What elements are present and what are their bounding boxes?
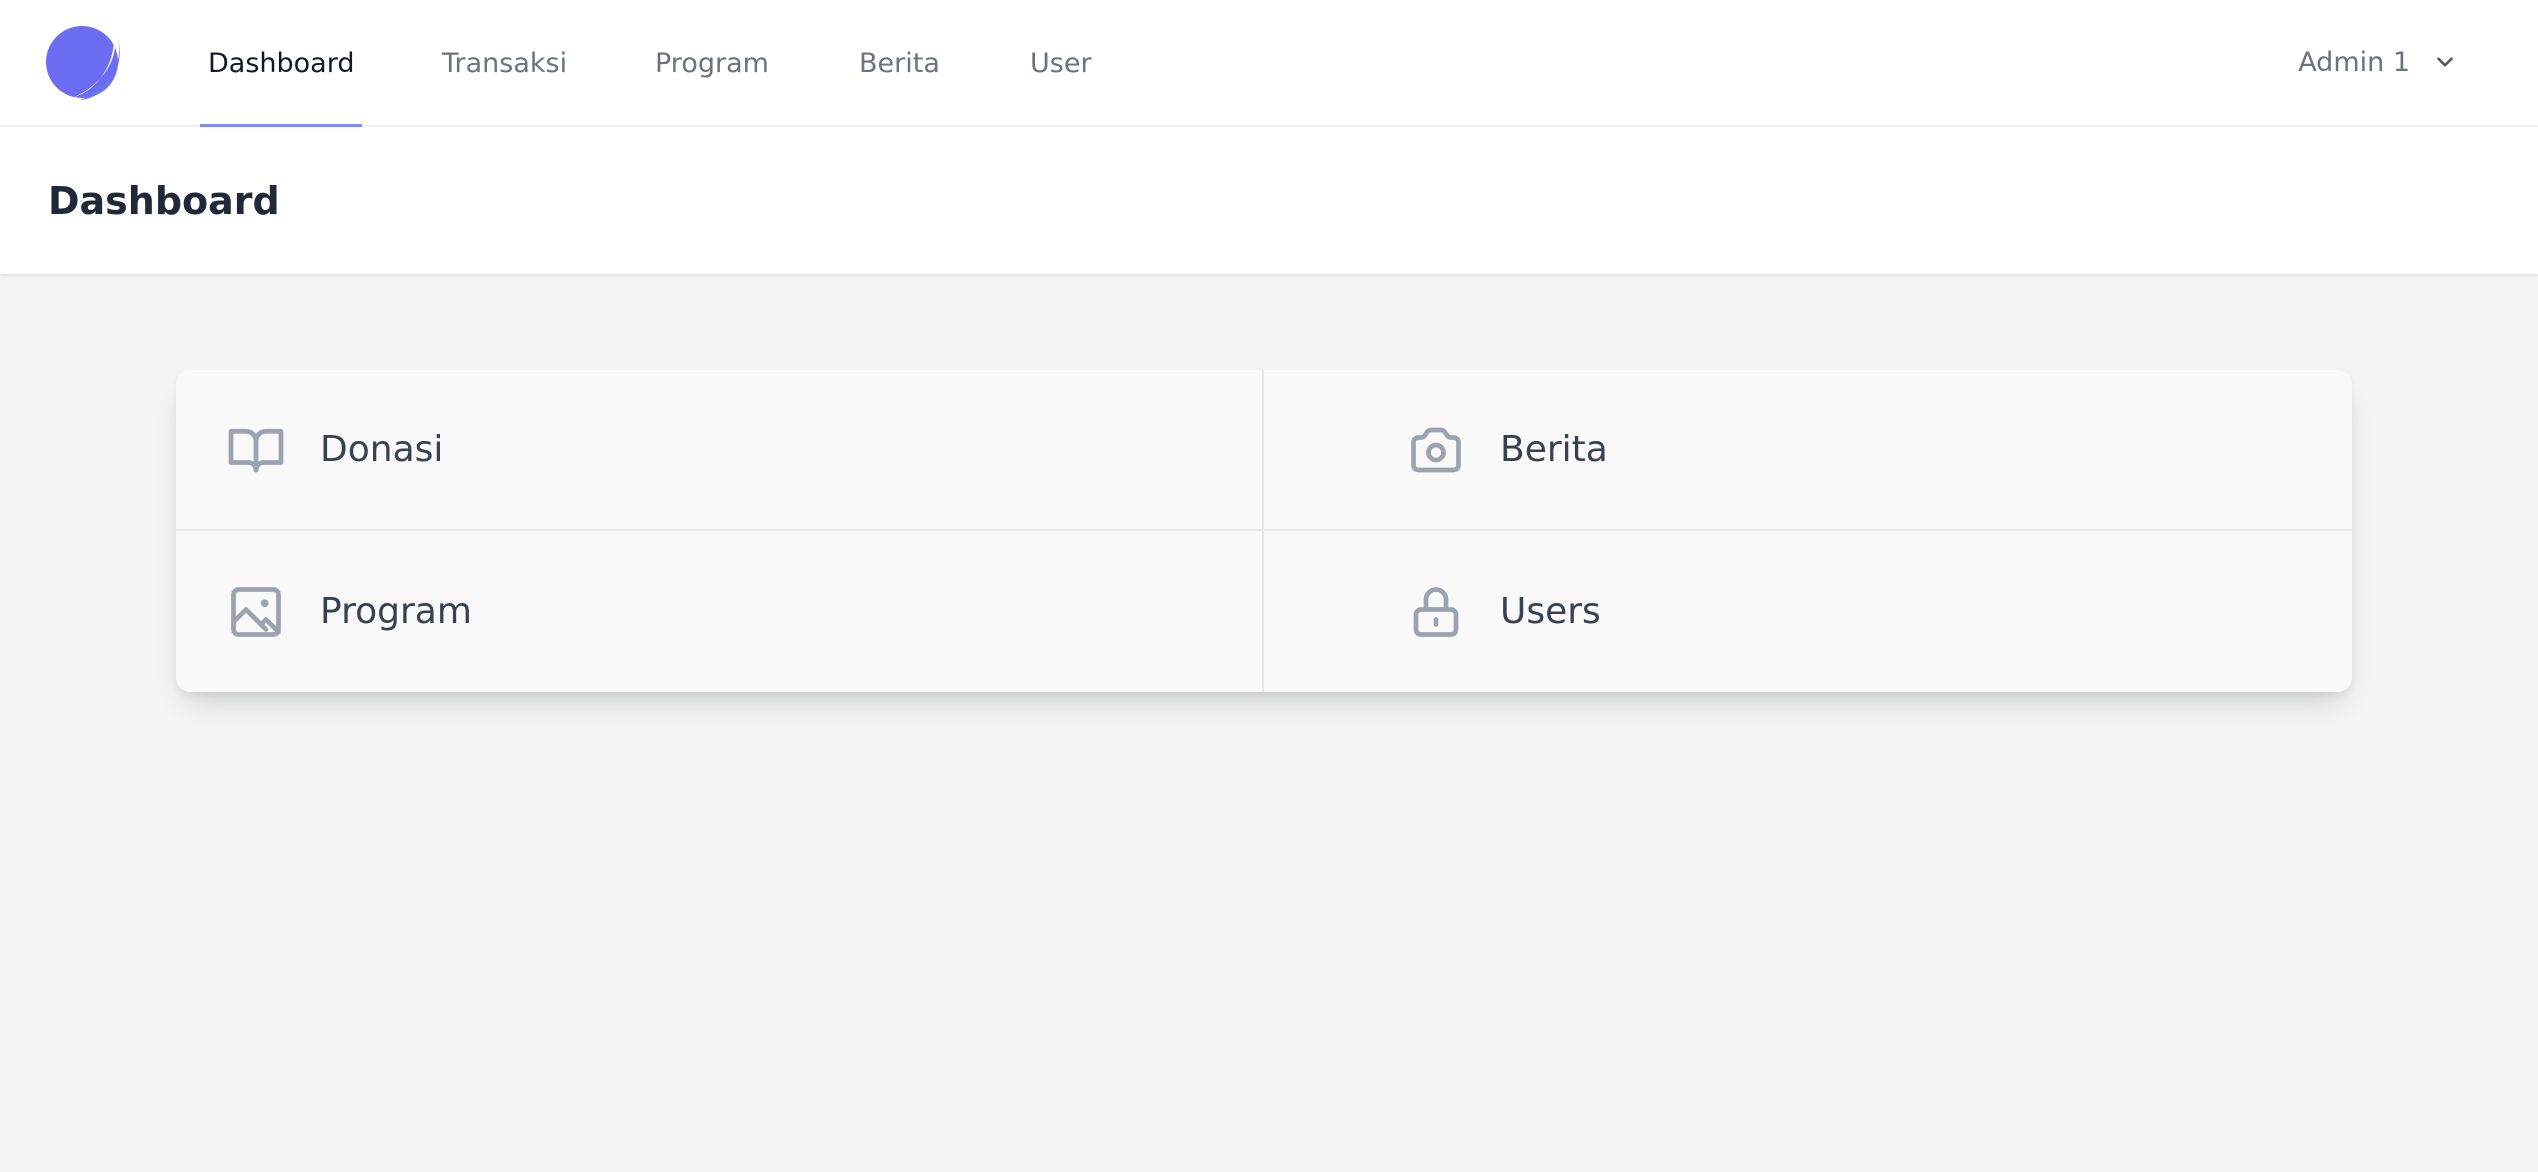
tile-users[interactable]: Users bbox=[1264, 531, 2352, 692]
tile-berita[interactable]: Berita bbox=[1264, 370, 2352, 531]
user-menu-dropdown[interactable]: Admin 1 bbox=[2298, 0, 2458, 124]
tile-label: Donasi bbox=[320, 429, 444, 470]
tile-label: Users bbox=[1500, 591, 1601, 632]
nav-link-transaksi[interactable]: Transaksi bbox=[442, 0, 567, 127]
tile-donasi[interactable]: Donasi bbox=[176, 370, 1264, 531]
book-open-icon bbox=[226, 420, 286, 480]
user-menu-label: Admin 1 bbox=[2298, 46, 2410, 78]
page-title: Dashboard bbox=[48, 178, 280, 223]
planet-logo-icon[interactable] bbox=[46, 24, 122, 100]
page-header: Dashboard bbox=[0, 127, 2538, 274]
nav-link-program[interactable]: Program bbox=[655, 0, 769, 127]
camera-icon bbox=[1406, 420, 1466, 480]
tile-program[interactable]: Program bbox=[176, 531, 1264, 692]
nav-link-dashboard[interactable]: Dashboard bbox=[199, 0, 363, 128]
tile-label: Program bbox=[320, 591, 472, 632]
chevron-down-icon bbox=[2437, 57, 2453, 67]
lock-icon bbox=[1406, 582, 1466, 642]
image-icon bbox=[226, 582, 286, 642]
top-navbar: Dashboard Transaksi Program Berita User … bbox=[0, 0, 2538, 128]
dashboard-tile-grid: Donasi Berita Program Users bbox=[176, 370, 2352, 692]
tile-label: Berita bbox=[1500, 429, 1608, 470]
nav-link-user[interactable]: User bbox=[1030, 0, 1092, 127]
nav-link-berita[interactable]: Berita bbox=[859, 0, 940, 127]
